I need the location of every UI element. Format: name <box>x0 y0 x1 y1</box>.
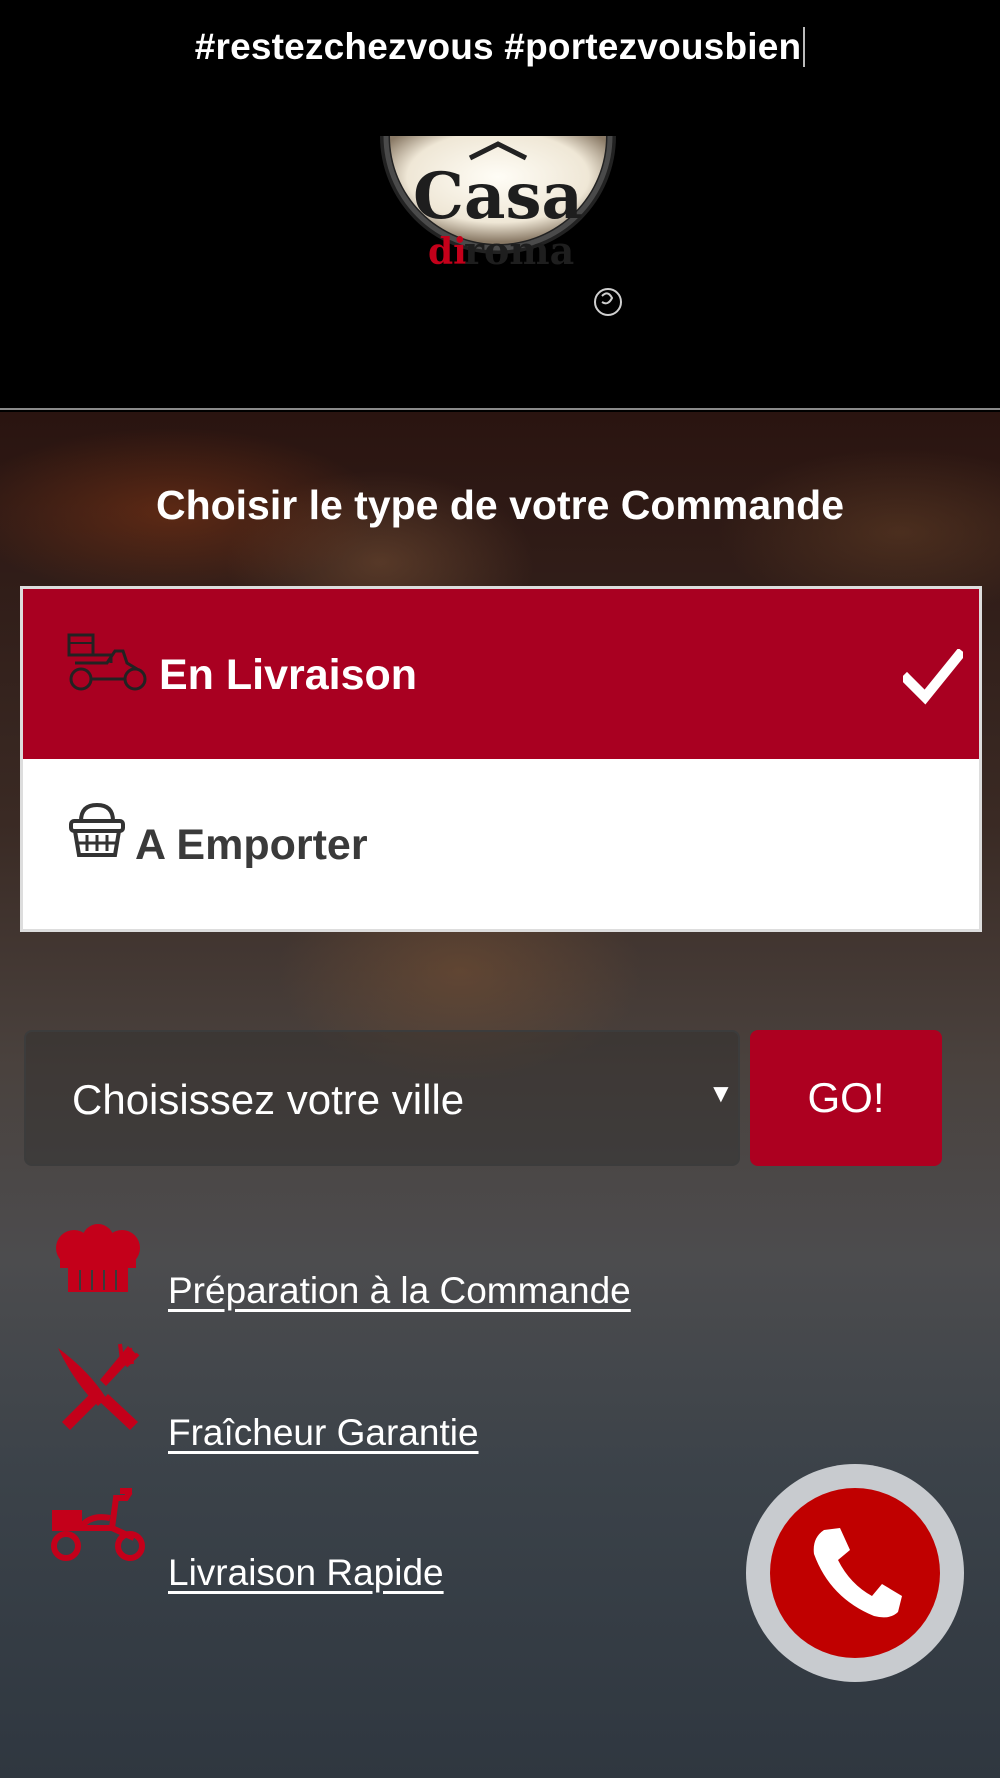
main-content: Choisir le type de votre Commande En Liv… <box>0 412 1000 1778</box>
phone-icon <box>813 1528 902 1618</box>
casa-di-roma-logo[interactable]: Casa di roma <box>360 136 636 336</box>
chef-hat-icon <box>56 1224 140 1292</box>
option-delivery[interactable]: En Livraison <box>23 589 979 759</box>
order-type-selector: En Livraison A Emporter <box>20 586 982 932</box>
option-delivery-label: En Livraison <box>159 651 418 699</box>
feature-preparation: Préparation à la Commande <box>0 1224 1000 1324</box>
hashtag-banner: #restezchezvous #portezvousbien <box>0 26 1000 68</box>
city-select-value: Choisissez votre ville <box>72 1076 465 1123</box>
option-takeaway-label: A Emporter <box>135 821 368 869</box>
go-button[interactable]: GO! <box>750 1030 942 1166</box>
option-takeaway[interactable]: A Emporter <box>23 759 979 929</box>
logo-roma-text: roma <box>464 228 574 273</box>
city-select[interactable]: Choisissez votre ville ▼ <box>24 1030 740 1166</box>
hashtag-text: #restezchezvous #portezvousbien <box>194 26 802 67</box>
dropdown-arrow-icon: ▼ <box>708 1078 734 1108</box>
call-button-inner <box>770 1488 940 1658</box>
check-icon <box>903 649 963 705</box>
text-caret <box>803 27 806 67</box>
feature-freshness: Fraîcheur Garantie <box>0 1342 1000 1453</box>
call-button[interactable] <box>746 1464 964 1682</box>
fork-knife-icon <box>58 1343 140 1430</box>
order-type-title: Choisir le type de votre Commande <box>155 482 845 528</box>
feature-preparation-link[interactable]: Préparation à la Commande <box>168 1270 631 1312</box>
feature-delivery-link[interactable]: Livraison Rapide <box>168 1552 444 1594</box>
logo-di-text: di <box>428 231 467 273</box>
feature-freshness-link[interactable]: Fraîcheur Garantie <box>168 1412 479 1454</box>
scooter-delivery-icon <box>67 633 147 691</box>
logo-casa-text: Casa <box>413 159 583 234</box>
header: #restezchezvous #portezvousbien Casa di … <box>0 0 1000 410</box>
scooter-icon <box>51 1488 145 1561</box>
basket-icon <box>69 802 125 857</box>
